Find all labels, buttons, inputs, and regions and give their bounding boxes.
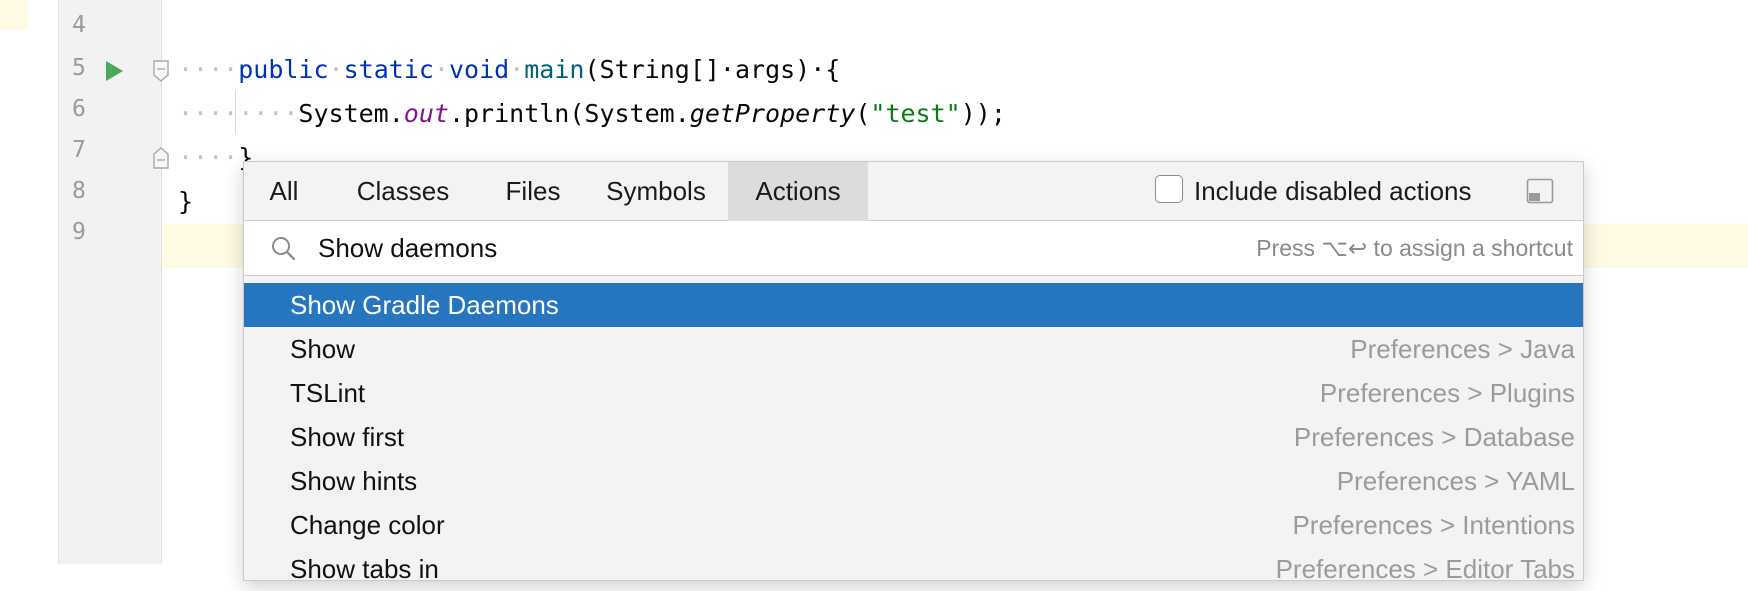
code-line-8[interactable]: }	[178, 182, 193, 222]
line-number: 7	[72, 137, 86, 163]
result-location: Preferences > Plugins	[1319, 378, 1575, 408]
current-line-marker	[0, 0, 28, 30]
result-name: Show first	[290, 422, 405, 452]
whitespace-marker: ········	[178, 99, 299, 128]
code-text: .println(System.	[448, 99, 690, 128]
line-number: 6	[72, 96, 86, 122]
run-main-icon[interactable]	[103, 59, 125, 83]
fold-end-icon[interactable]	[152, 147, 170, 169]
string-literal: "test"	[870, 99, 961, 128]
code-line-6[interactable]: ········System.out.println(System.getPro…	[178, 94, 1006, 134]
closing-brace: }	[178, 187, 194, 216]
result-name: Show Gradle Daemons	[290, 290, 559, 320]
static-field: out	[403, 99, 449, 128]
tab-bar: All Classes Files Symbols Actions Includ…	[244, 162, 1583, 221]
result-item[interactable]: Change color Preferences > Intentions	[244, 503, 1583, 547]
line-number: 4	[72, 12, 86, 38]
fold-start-icon[interactable]	[152, 60, 170, 82]
include-disabled-label[interactable]: Include disabled actions	[1194, 162, 1472, 221]
results-list: Show Gradle Daemons Show Preferences > J…	[244, 283, 1583, 591]
result-name: Change color	[290, 510, 445, 540]
result-item[interactable]: Show tabs in Preferences > Editor Tabs	[244, 547, 1583, 591]
result-location: Preferences > YAML	[1336, 466, 1575, 496]
search-field-row: Press ⌥↩ to assign a shortcut	[244, 221, 1583, 276]
tab-classes[interactable]: Classes	[324, 162, 482, 221]
code-text: (	[855, 99, 871, 128]
preview-toggle-icon[interactable]	[1526, 178, 1554, 204]
include-disabled-checkbox[interactable]	[1155, 175, 1183, 203]
line-number: 9	[72, 219, 86, 245]
tab-all[interactable]: All	[244, 162, 324, 221]
static-method: getProperty	[689, 99, 856, 128]
result-location: Preferences > Editor Tabs	[1275, 554, 1575, 584]
code-text: System.	[298, 99, 404, 128]
tab-symbols[interactable]: Symbols	[584, 162, 728, 221]
result-item[interactable]: TSLint Preferences > Plugins	[244, 371, 1583, 415]
search-input[interactable]	[318, 229, 1118, 267]
result-item[interactable]: Show hints Preferences > YAML	[244, 459, 1583, 503]
whitespace-marker: ·	[509, 55, 525, 84]
result-name: Show tabs in	[290, 554, 439, 584]
whitespace-marker: ·	[433, 55, 449, 84]
code-line-7[interactable]: ····}	[178, 138, 253, 178]
result-name: Show	[290, 334, 356, 364]
method-params: (String[]·args)·{	[584, 55, 841, 84]
keyword-static: static	[343, 55, 434, 84]
whitespace-marker: ····	[178, 55, 239, 84]
result-location: Preferences > Database	[1293, 422, 1575, 452]
editor-left-strip	[0, 0, 58, 564]
result-item[interactable]: Show Gradle Daemons	[244, 283, 1583, 327]
result-location: Preferences > Java	[1350, 334, 1575, 364]
code-line-5[interactable]: ····public·static·void·main(String[]·arg…	[178, 50, 840, 90]
line-number: 8	[72, 178, 86, 204]
editor-gutter[interactable]	[58, 0, 162, 564]
result-item[interactable]: Show Preferences > Java	[244, 327, 1583, 371]
shortcut-hint: Press ⌥↩ to assign a shortcut	[1256, 235, 1573, 261]
keyword-public: public	[238, 55, 329, 84]
whitespace-marker: ····	[178, 143, 239, 172]
result-item[interactable]: Show first Preferences > Database	[244, 415, 1583, 459]
code-text: ));	[960, 99, 1006, 128]
search-everywhere-popup: All Classes Files Symbols Actions Includ…	[243, 161, 1584, 584]
result-name: TSLint	[290, 378, 366, 408]
tab-files[interactable]: Files	[482, 162, 584, 221]
result-name: Show hints	[290, 466, 418, 496]
whitespace-marker: ·	[328, 55, 344, 84]
keyword-void: void	[448, 55, 510, 84]
search-icon	[272, 237, 296, 261]
result-location: Preferences > Intentions	[1292, 510, 1575, 540]
tab-actions[interactable]: Actions	[728, 162, 868, 221]
method-name: main	[524, 55, 585, 84]
